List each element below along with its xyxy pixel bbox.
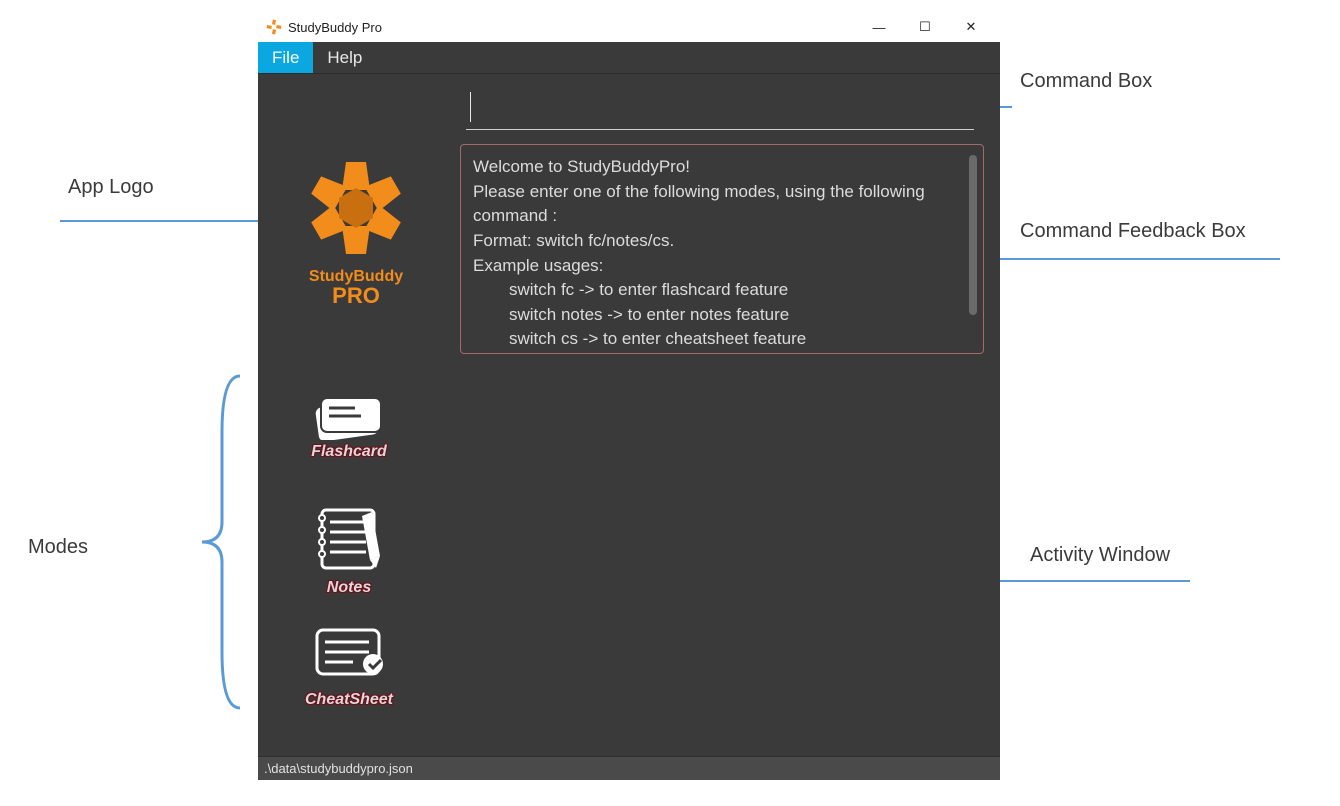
menubar: File Help xyxy=(258,42,1000,74)
annotation-command-box: Command Box xyxy=(1020,70,1152,93)
notes-icon xyxy=(306,504,392,576)
feedback-line: Example usages: xyxy=(473,254,961,279)
menu-help[interactable]: Help xyxy=(313,42,376,73)
titlebar: StudyBuddy Pro — ☐ ✕ xyxy=(258,12,1000,42)
statusbar-path: .\data\studybuddypro.json xyxy=(264,761,413,776)
app-window: StudyBuddy Pro — ☐ ✕ File Help Welcome t… xyxy=(258,12,1000,780)
mode-flashcard[interactable]: Flashcard xyxy=(294,392,404,461)
logo-text-line2: PRO xyxy=(286,285,426,307)
menu-file[interactable]: File xyxy=(258,42,313,73)
mode-notes-label: Notes xyxy=(294,579,404,597)
minimize-button[interactable]: — xyxy=(856,13,902,41)
logo-icon xyxy=(306,158,406,258)
annotation-command-feedback-box: Command Feedback Box xyxy=(1020,220,1246,243)
close-button[interactable]: ✕ xyxy=(948,13,994,41)
command-feedback-box: Welcome to StudyBuddyPro! Please enter o… xyxy=(460,144,984,354)
feedback-example: switch notes -> to enter notes feature xyxy=(473,303,961,328)
annotation-app-logo: App Logo xyxy=(68,176,154,199)
activity-window xyxy=(458,374,986,746)
mode-cheatsheet-label: CheatSheet xyxy=(294,691,404,709)
content-area: Welcome to StudyBuddyPro! Please enter o… xyxy=(258,74,1000,756)
statusbar: .\data\studybuddypro.json xyxy=(258,756,1000,780)
annotation-pointer-feedback xyxy=(982,258,1280,260)
cheatsheet-icon xyxy=(309,624,389,688)
mode-flashcard-label: Flashcard xyxy=(294,443,404,461)
window-title: StudyBuddy Pro xyxy=(288,20,382,35)
mode-cheatsheet[interactable]: CheatSheet xyxy=(294,624,404,709)
app-logo: StudyBuddy PRO xyxy=(286,158,426,307)
maximize-button[interactable]: ☐ xyxy=(902,13,948,41)
feedback-line: Welcome to StudyBuddyPro! xyxy=(473,155,961,180)
annotation-modes: Modes xyxy=(28,536,88,559)
feedback-line: Format: switch fc/notes/cs. xyxy=(473,229,961,254)
annotation-brace xyxy=(190,372,250,712)
feedback-example: switch fc -> to enter flashcard feature xyxy=(473,278,961,303)
client-area: File Help Welcome to StudyBuddyPro! Plea… xyxy=(258,42,1000,780)
feedback-line: Please enter one of the following modes,… xyxy=(473,180,961,229)
scrollbar-thumb[interactable] xyxy=(969,155,977,315)
annotation-activity-window: Activity Window xyxy=(1030,544,1170,567)
app-icon xyxy=(266,19,282,35)
mode-notes[interactable]: Notes xyxy=(294,504,404,597)
command-input[interactable] xyxy=(466,98,974,130)
flashcard-icon xyxy=(311,392,387,440)
text-cursor xyxy=(470,92,471,122)
feedback-example: switch cs -> to enter cheatsheet feature xyxy=(473,327,961,352)
annotation-pointer-logo xyxy=(60,220,288,222)
